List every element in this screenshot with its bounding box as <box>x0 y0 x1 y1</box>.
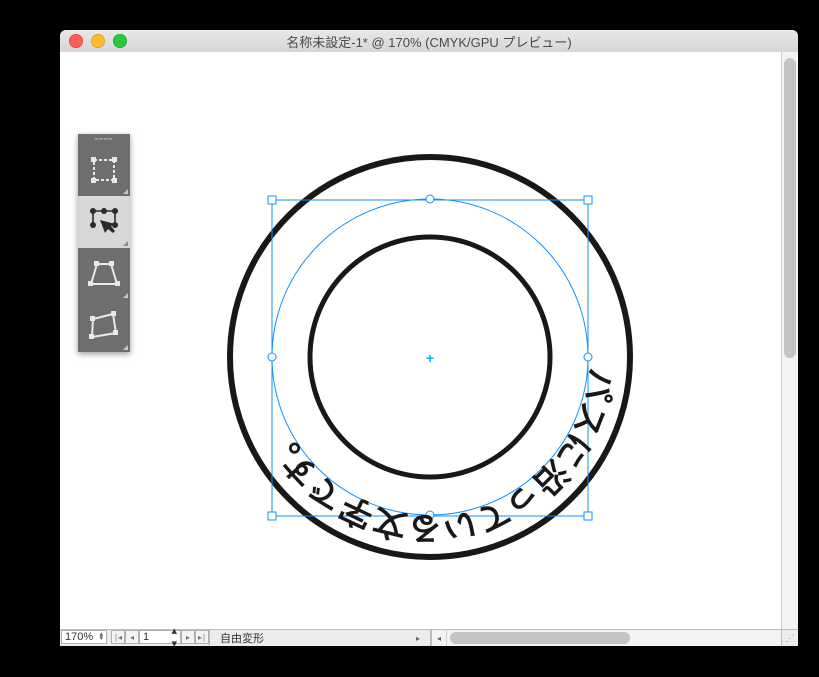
window-title: 名称未設定-1* @ 170% (CMYK/GPU プレビュー) <box>60 32 798 51</box>
next-artboard-button[interactable]: ▸ <box>181 630 195 644</box>
last-artboard-button[interactable]: ▸∣ <box>195 630 209 644</box>
titlebar[interactable]: 名称未設定-1* @ 170% (CMYK/GPU プレビュー) <box>60 30 798 53</box>
resize-grip-icon[interactable]: ⋰ <box>781 630 798 646</box>
zoom-window-button[interactable] <box>113 34 127 48</box>
free-distort-mode-button[interactable] <box>78 300 130 352</box>
zoom-level-field[interactable]: 170% ▴▾ <box>61 630 107 644</box>
dropdown-icon: ▴▾ <box>99 633 103 641</box>
prev-artboard-button[interactable]: ◂ <box>125 630 139 644</box>
close-window-button[interactable] <box>69 34 83 48</box>
window-controls <box>60 34 127 48</box>
free-distort-icon <box>87 309 121 343</box>
status-bar: 170% ▴▾ ∣◂ ◂ 1 ▴▾ ▸ ▸∣ 自由変形 ▸ ◂ ⋰ <box>60 629 798 646</box>
vertical-scrollbar[interactable] <box>781 52 798 630</box>
chevron-right-icon: ▸ <box>416 634 420 643</box>
artboard-number-field[interactable]: 1 ▴▾ <box>139 630 181 644</box>
free-transform-tool-panel[interactable]: ━━━━ <box>78 134 130 352</box>
document-canvas[interactable]: パスに沿っている文字です。 + <box>60 52 782 630</box>
puppet-warp-mode-button[interactable] <box>78 196 130 248</box>
artboard-number: 1 <box>143 631 149 643</box>
vertical-scroll-thumb[interactable] <box>784 58 796 358</box>
minimize-window-button[interactable] <box>91 34 105 48</box>
app-window: 名称未設定-1* @ 170% (CMYK/GPU プレビュー) <box>60 30 798 646</box>
first-artboard-button[interactable]: ∣◂ <box>111 630 125 644</box>
center-point-icon: + <box>426 350 434 366</box>
artwork: パスに沿っている文字です。 <box>60 52 782 630</box>
puppet-warp-icon <box>87 205 121 239</box>
free-transform-mode-button[interactable] <box>78 144 130 196</box>
tool-name-label: 自由変形 ▸ <box>209 630 431 646</box>
dropdown-icon: ▴▾ <box>171 624 177 646</box>
free-transform-icon <box>87 153 121 187</box>
panel-drag-handle[interactable]: ━━━━ <box>78 134 130 144</box>
zoom-value: 170% <box>65 631 93 643</box>
perspective-icon <box>87 257 121 291</box>
horizontal-scrollbar[interactable]: ◂ <box>431 630 781 646</box>
horizontal-scroll-thumb[interactable] <box>450 632 630 644</box>
scroll-left-icon[interactable]: ◂ <box>432 630 447 646</box>
perspective-distort-mode-button[interactable] <box>78 248 130 300</box>
